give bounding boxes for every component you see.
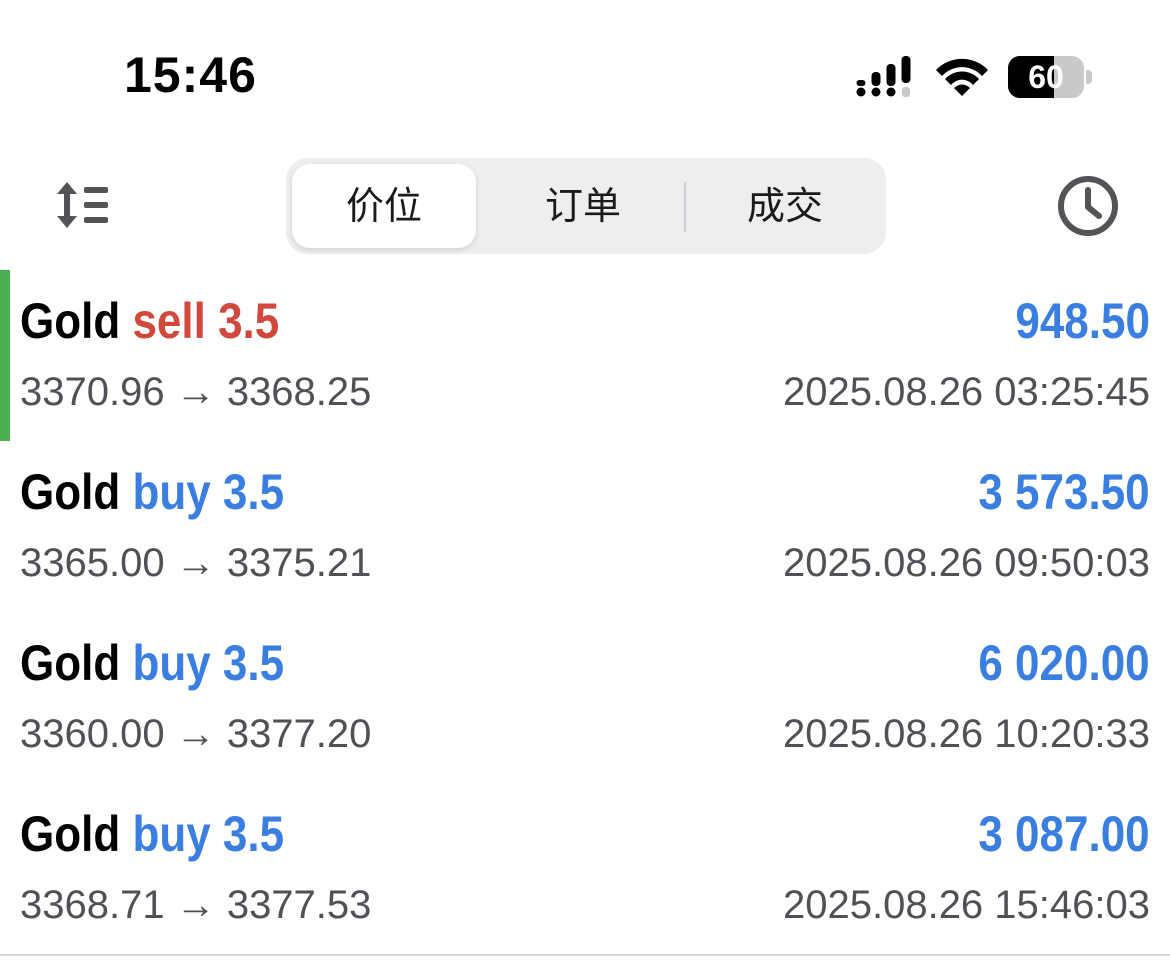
deal-row[interactable]: Gold buy 3.5 3 087.00 3368.71 → 3377.53 … (0, 783, 1170, 954)
deal-row[interactable]: Gold sell 3.5 948.50 3370.96 → 3368.25 2… (0, 270, 1170, 441)
deal-profit: 6 020.00 (978, 635, 1150, 691)
deal-type: buy (132, 464, 211, 520)
battery-body: 60 (1008, 56, 1084, 98)
clock-history-icon[interactable] (1056, 174, 1120, 238)
tab-deals[interactable]: 成交 (690, 164, 880, 248)
deal-volume: 3.5 (222, 806, 285, 862)
deal-time: 2025.08.26 09:50:03 (782, 541, 1150, 585)
deal-symbol: Gold (20, 464, 121, 520)
wifi-icon (936, 58, 988, 96)
deal-prices: 3370.96 → 3368.25 (20, 370, 372, 414)
deal-title: Gold buy 3.5 (20, 634, 284, 692)
selected-indicator (0, 270, 10, 441)
deal-row[interactable]: Gold buy 3.5 3 573.50 3365.00 → 3375.21 … (0, 441, 1170, 612)
deal-title: Gold buy 3.5 (20, 805, 284, 863)
cellular-signal-icon (856, 56, 911, 97)
deal-symbol: Gold (20, 293, 121, 349)
deal-title: Gold sell 3.5 (20, 292, 279, 350)
tab-prices[interactable]: 价位 (292, 164, 476, 248)
deal-title: Gold buy 3.5 (20, 463, 284, 521)
deal-time: 2025.08.26 15:46:03 (782, 883, 1150, 927)
deal-prices: 3360.00 → 3377.20 (20, 712, 372, 756)
list-divider (0, 954, 1170, 956)
deal-type: sell (132, 293, 206, 349)
deal-volume: 3.5 (222, 635, 285, 691)
deal-prices: 3365.00 → 3375.21 (20, 541, 372, 585)
deal-type: buy (132, 806, 211, 862)
deal-time: 2025.08.26 03:25:45 (782, 370, 1150, 414)
battery-indicator: 60 (1008, 56, 1092, 98)
deal-profit: 3 087.00 (978, 806, 1150, 862)
trade-history-screen: 15:46 60 价位 订单 成交 Gold sell 3.5 948.50 3… (0, 0, 1170, 970)
battery-tip (1086, 70, 1092, 84)
deal-profit: 948.50 (1015, 293, 1150, 349)
toolbar: 价位 订单 成交 (0, 150, 1170, 260)
deals-list: Gold sell 3.5 948.50 3370.96 → 3368.25 2… (0, 270, 1170, 954)
tab-orders[interactable]: 订单 (486, 164, 680, 248)
deal-prices: 3368.71 → 3377.53 (20, 883, 372, 927)
deal-type: buy (132, 635, 211, 691)
deal-volume: 3.5 (218, 293, 280, 349)
deal-time: 2025.08.26 10:20:33 (782, 712, 1150, 756)
deal-volume: 3.5 (222, 464, 285, 520)
deal-symbol: Gold (20, 806, 121, 862)
battery-percentage: 60 (1028, 59, 1064, 95)
deal-row[interactable]: Gold buy 3.5 6 020.00 3360.00 → 3377.20 … (0, 612, 1170, 783)
status-bar: 15:46 60 (0, 0, 1170, 140)
segment-divider (684, 182, 686, 232)
sort-icon[interactable] (54, 180, 112, 230)
deal-profit: 3 573.50 (978, 464, 1150, 520)
deal-symbol: Gold (20, 635, 121, 691)
status-time: 15:46 (124, 47, 257, 103)
view-segmented-control: 价位 订单 成交 (286, 158, 886, 254)
